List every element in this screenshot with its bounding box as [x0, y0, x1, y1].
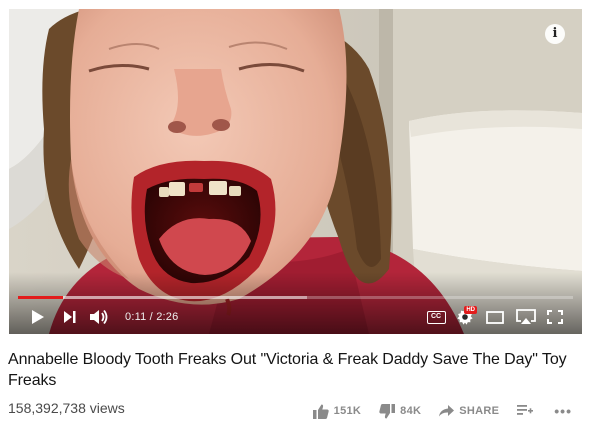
add-to-playlist-button[interactable] — [517, 405, 538, 417]
fullscreen-icon[interactable] — [542, 300, 568, 334]
like-count: 151K — [333, 405, 362, 417]
time-current: 0:11 — [125, 311, 147, 323]
dislike-button[interactable]: 84K — [379, 403, 422, 419]
like-button[interactable]: 151K — [312, 404, 362, 419]
more-dots-icon[interactable]: ••• — [554, 403, 572, 419]
action-bar: 151K 84K SHARE ••• — [295, 400, 572, 422]
share-button[interactable]: SHARE — [439, 405, 499, 417]
progress-bar[interactable] — [18, 296, 573, 299]
time-separator: / — [146, 311, 157, 323]
thumbs-up-icon — [312, 404, 329, 419]
dislike-count: 84K — [400, 405, 422, 417]
share-arrow-icon — [439, 405, 455, 417]
thumbs-down-icon — [379, 403, 396, 418]
view-count: 158,392,738 views — [8, 400, 125, 416]
volume-icon[interactable] — [89, 300, 111, 334]
gear-icon[interactable]: HD — [452, 300, 478, 334]
airplay-icon[interactable] — [512, 300, 540, 334]
add-to-playlist-icon — [517, 405, 534, 415]
miniplayer-icon[interactable] — [480, 300, 510, 334]
video-title[interactable]: Annabelle Bloody Tooth Freaks Out "Victo… — [8, 349, 582, 391]
progress-played — [18, 296, 64, 299]
time-total: 2:26 — [156, 311, 179, 323]
captions-icon[interactable]: CC — [422, 300, 450, 334]
captions-label: CC — [426, 310, 446, 324]
time-display: 0:11 / 2:26 — [125, 311, 178, 323]
hd-badge: HD — [464, 306, 477, 314]
video-player[interactable]: i 0:11 / 2:26 CC HD — [9, 9, 582, 334]
share-label: SHARE — [459, 405, 500, 417]
control-bar: 0:11 / 2:26 CC HD — [9, 300, 582, 334]
info-icon[interactable]: i — [545, 24, 565, 44]
next-icon[interactable] — [61, 300, 79, 334]
right-controls: CC HD — [422, 300, 582, 334]
play-icon[interactable] — [27, 300, 49, 334]
